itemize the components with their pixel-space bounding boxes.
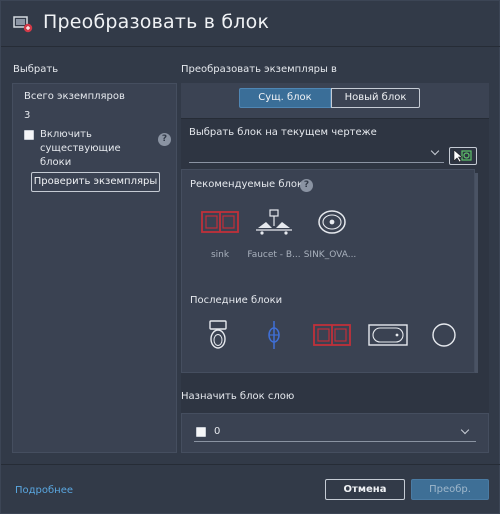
assign-layer-label: Назначить блок слою [181, 391, 295, 402]
sink-icon [313, 324, 351, 346]
recent-block-bathtub[interactable] [366, 313, 410, 357]
recent-block-circle[interactable] [422, 313, 466, 357]
select-section-label: Выбрать [13, 64, 59, 75]
dialog-footer: Подробнее Отмена Преобр. [1, 464, 500, 514]
recent-blocks-label: Последние блоки [190, 295, 283, 306]
circle-icon [432, 323, 456, 347]
recommended-caption-faucet: Faucet - B... [247, 250, 301, 260]
recommended-help-icon[interactable]: ? [300, 179, 313, 192]
recent-block-faucet-blue[interactable] [252, 313, 296, 357]
dialog-title: Преобразовать в блок [43, 11, 270, 33]
recommended-caption-sink: sink [210, 250, 230, 260]
tab-new-block[interactable]: Новый блок [331, 88, 420, 108]
chevron-down-icon [460, 425, 470, 435]
instance-count-label: Всего экземпляров [24, 91, 125, 102]
recommended-block-faucet[interactable] [252, 200, 296, 244]
block-gallery: Рекомендуемые блоки ? sink Faucet - B...… [181, 169, 475, 373]
oval-sink-icon [318, 210, 346, 234]
recommended-blocks-label: Рекомендуемые блоки [190, 179, 310, 190]
include-existing-label: Включить существующие блоки [40, 129, 121, 168]
convert-button[interactable]: Преобр. [411, 479, 489, 500]
layer-dropdown[interactable]: 0 [194, 422, 476, 442]
instance-count-value: 3 [24, 110, 31, 121]
verify-instances-button[interactable]: Проверить экземпляры [31, 172, 160, 192]
layer-panel: 0 [181, 413, 489, 453]
pick-block-icon [453, 149, 472, 163]
bathtub-icon [368, 324, 408, 346]
layer-color-swatch [196, 427, 206, 437]
tab-existing-block[interactable]: Сущ. блок [239, 88, 331, 108]
layer-value: 0 [214, 426, 221, 437]
recommended-block-sink[interactable] [198, 200, 242, 244]
faucet-blue-icon [268, 321, 280, 349]
recommended-caption-oval-sink: SINK_OVA... [303, 250, 357, 260]
block-select-label: Выбрать блок на текущем чертеже [189, 127, 377, 138]
recent-block-toilet[interactable] [196, 313, 240, 357]
toilet-icon [209, 320, 227, 349]
learn-more-link[interactable]: Подробнее [15, 485, 73, 496]
gallery-scrollbar[interactable] [475, 173, 478, 373]
title-bar: Преобразовать в блок [1, 1, 500, 47]
pick-block-button[interactable] [449, 147, 477, 165]
chevron-down-icon [430, 146, 440, 156]
tab-strip: Сущ. блок Новый блок [181, 83, 489, 119]
convert-to-block-icon [13, 16, 33, 33]
recent-block-sink[interactable] [310, 313, 354, 357]
help-icon[interactable]: ? [158, 133, 171, 146]
block-select-dropdown[interactable] [189, 145, 444, 163]
cancel-button[interactable]: Отмена [325, 479, 405, 500]
convert-section-label: Преобразовать экземпляры в [181, 64, 337, 75]
recommended-block-oval-sink[interactable] [310, 200, 354, 244]
include-existing-checkbox[interactable] [24, 130, 34, 140]
convert-panel: Сущ. блок Новый блок Выбрать блок на тек… [181, 83, 489, 453]
sink-icon [201, 211, 239, 233]
select-panel: Всего экземпляров 3 Включить существующи… [12, 83, 177, 453]
faucet-icon [256, 209, 292, 235]
convert-to-block-dialog: Преобразовать в блок Выбрать Всего экзем… [0, 0, 500, 514]
